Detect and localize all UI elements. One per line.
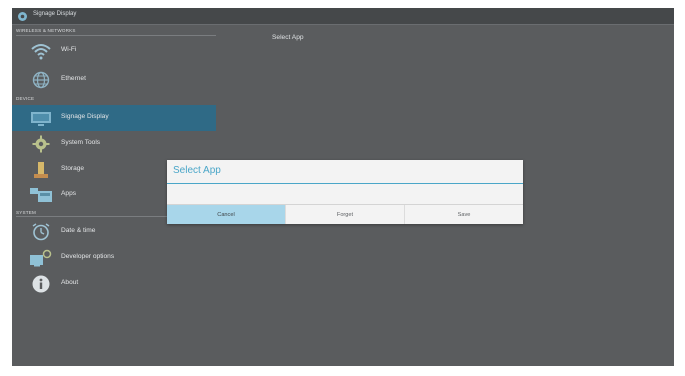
section-header-device: DEVICE	[16, 96, 35, 101]
forget-button[interactable]: Forget	[285, 205, 404, 224]
section-header-wireless: WIRELESS & NETWORKS	[16, 28, 76, 33]
window-title: Signage Display	[33, 11, 77, 17]
settings-app-icon	[18, 12, 27, 21]
android-settings-screen: Signage Display WIRELESS & NETWORKS Wi-F…	[12, 8, 674, 366]
sidebar-item-label: Wi-Fi	[61, 46, 77, 53]
sidebar-item-label: Developer options	[61, 253, 115, 260]
apps-icon	[30, 188, 52, 202]
sidebar-item-label: Signage Display	[61, 113, 109, 120]
dialog-title: Select App	[173, 165, 221, 176]
developer-icon	[30, 249, 52, 267]
sidebar-item-wifi[interactable]: Wi-Fi	[12, 38, 216, 64]
save-button[interactable]: Save	[404, 205, 523, 224]
wifi-icon	[31, 44, 51, 60]
sidebar-item-system-tools[interactable]: System Tools	[12, 131, 216, 157]
title-bar: Signage Display	[12, 8, 674, 25]
sidebar-item-signage-display[interactable]: Signage Display	[12, 105, 216, 131]
sidebar-item-ethernet[interactable]: Ethernet	[12, 67, 216, 93]
storage-icon	[34, 162, 48, 178]
clock-icon	[32, 223, 50, 241]
content-header: Select App	[272, 34, 304, 41]
info-icon	[32, 275, 50, 293]
sidebar-item-label: Ethernet	[61, 75, 86, 82]
gear-icon	[32, 135, 50, 153]
dialog-button-bar: Cancel Forget Save	[167, 204, 523, 224]
sidebar-item-label: System Tools	[61, 139, 101, 146]
sidebar-item-label: About	[61, 279, 79, 286]
section-divider	[16, 35, 216, 36]
sidebar-item-about[interactable]: About	[12, 271, 216, 297]
sidebar-item-label: Storage	[61, 165, 85, 172]
sidebar-item-developer-options[interactable]: Developer options	[12, 245, 216, 271]
cancel-button[interactable]: Cancel	[167, 205, 285, 224]
select-app-dialog: Select App Cancel Forget Save	[167, 160, 523, 224]
sidebar-item-label: Date & time	[61, 227, 96, 234]
section-header-system: SYSTEM	[16, 210, 37, 215]
ethernet-icon	[32, 71, 50, 89]
dialog-title-divider	[167, 183, 523, 184]
sidebar-item-label: Apps	[61, 190, 77, 197]
display-icon	[31, 112, 51, 126]
